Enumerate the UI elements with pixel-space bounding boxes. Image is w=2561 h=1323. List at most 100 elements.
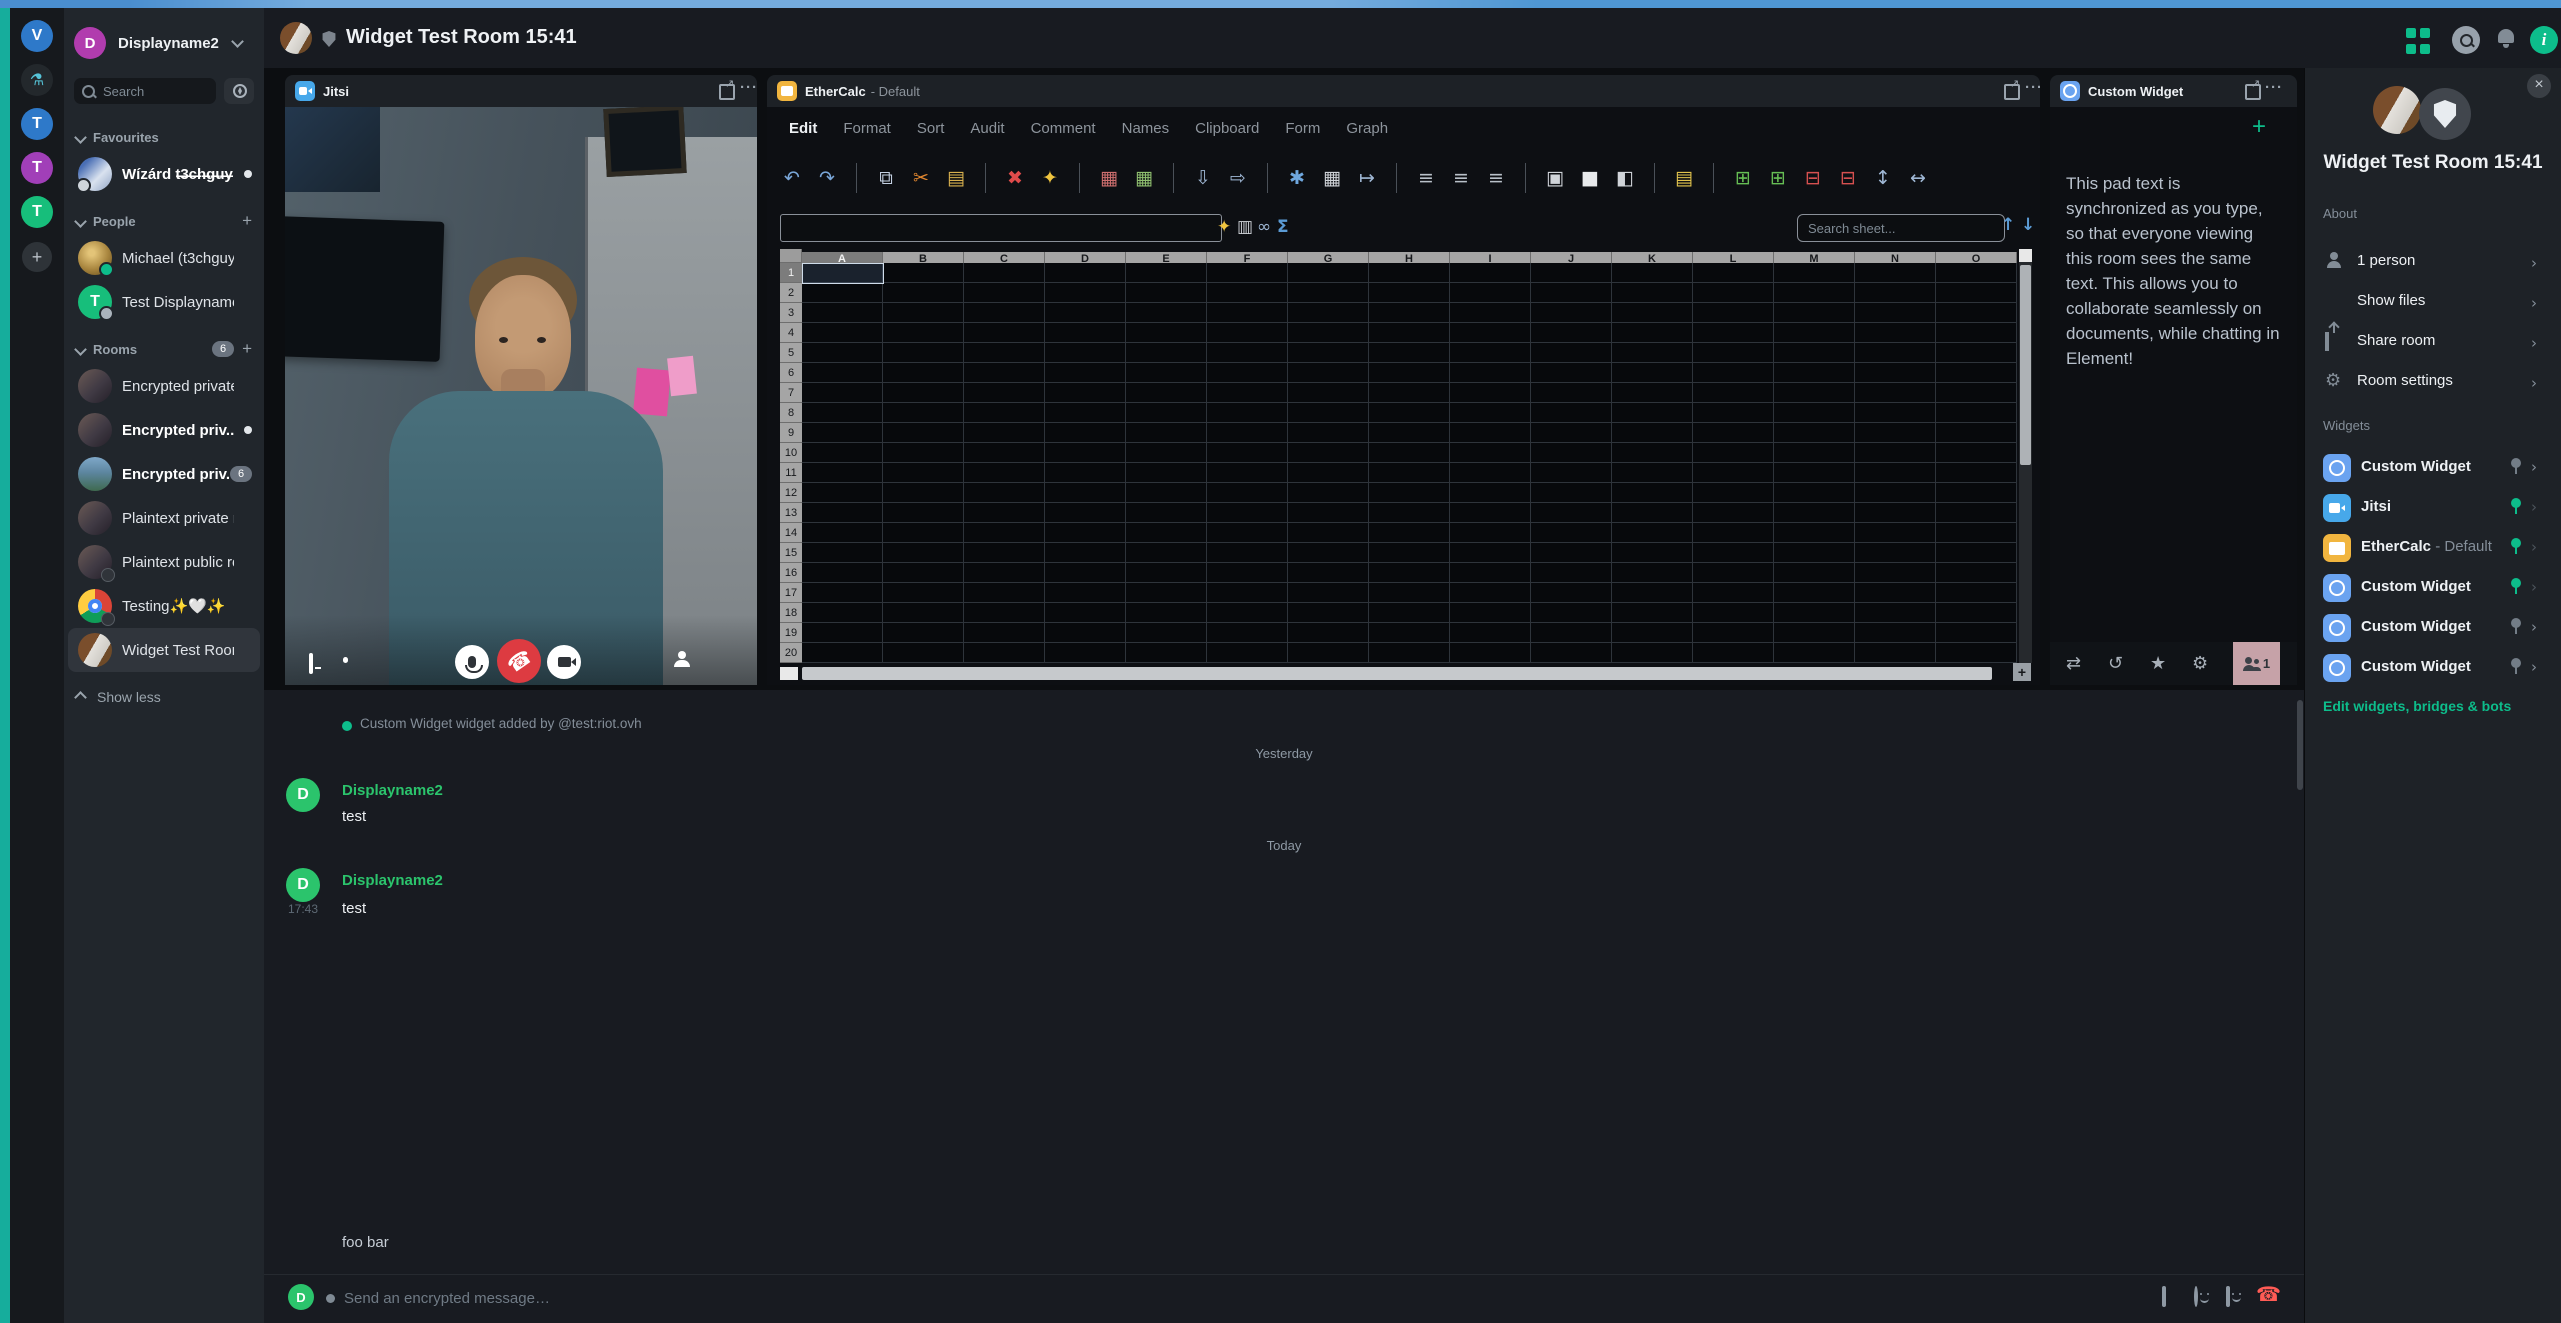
sender-name[interactable]: Displayname2 xyxy=(342,782,443,799)
history-icon[interactable]: ↺ xyxy=(2108,653,2123,674)
cut-icon[interactable]: ✂ xyxy=(908,165,934,191)
room-list-item[interactable]: Encrypted priv...6 xyxy=(68,452,260,496)
room-members-item[interactable]: 1 person› xyxy=(2305,244,2561,280)
pad-text-content[interactable]: This pad text is synchronized as you typ… xyxy=(2066,171,2280,371)
camera-button[interactable] xyxy=(547,645,581,679)
sender-name[interactable]: Displayname2 xyxy=(342,872,443,889)
pin-icon[interactable] xyxy=(2511,618,2521,628)
chevron-right-icon[interactable]: › xyxy=(2531,458,2537,476)
spreadsheet-cells[interactable] xyxy=(802,263,2017,663)
align-center-icon[interactable]: ≡ xyxy=(1448,165,1474,191)
pin-icon[interactable] xyxy=(2511,458,2521,468)
notifications-bell-icon[interactable] xyxy=(2494,26,2522,54)
sender-avatar[interactable]: D xyxy=(286,778,320,812)
widget-menu-icon[interactable]: ··· xyxy=(2025,79,2040,96)
menu-sort[interactable]: Sort xyxy=(917,120,945,137)
formula-input[interactable] xyxy=(780,214,1222,242)
close-icon[interactable]: × xyxy=(2527,74,2551,98)
delete-row-icon[interactable]: ⊟ xyxy=(1800,165,1826,191)
widget-list-item[interactable]: EtherCalc - Default› xyxy=(2305,528,2561,568)
message-composer-input[interactable] xyxy=(342,1282,2106,1314)
widget-list-item[interactable]: Custom Widget› xyxy=(2305,648,2561,688)
emoji-icon[interactable] xyxy=(2194,1288,2198,1306)
search-field[interactable] xyxy=(101,83,205,100)
insert-row-icon[interactable]: ⊞ xyxy=(1730,165,1756,191)
scroll-up-button[interactable] xyxy=(2019,249,2032,262)
vertical-scrollbar[interactable] xyxy=(2019,249,2032,663)
chevron-right-icon[interactable]: › xyxy=(2531,618,2537,636)
insert-sheet-icon[interactable]: ✱ xyxy=(1284,165,1310,191)
menu-edit[interactable]: Edit xyxy=(789,120,817,137)
background-color-icon[interactable]: ■ xyxy=(1577,165,1603,191)
grid-resize-handle[interactable]: + xyxy=(2013,663,2031,681)
row-header-8[interactable]: 8 xyxy=(780,403,802,423)
fill-values-icon[interactable]: ▥ xyxy=(1237,217,1253,237)
jitsi-widget-header[interactable]: Jitsi ··· xyxy=(285,75,757,107)
row-header-17[interactable]: 17 xyxy=(780,583,802,603)
show-files-item[interactable]: Show files› xyxy=(2305,284,2561,320)
delete-icon[interactable]: ✖ xyxy=(1002,165,1028,191)
search-icon[interactable] xyxy=(2452,26,2480,54)
wand-icon[interactable]: ✦ xyxy=(1217,217,1231,237)
widget-list-item[interactable]: Jitsi› xyxy=(2305,488,2561,528)
menu-graph[interactable]: Graph xyxy=(1346,120,1388,137)
popout-icon[interactable] xyxy=(719,84,735,100)
add-button[interactable]: + xyxy=(242,341,252,357)
pin-icon[interactable] xyxy=(2511,538,2521,548)
message-body[interactable]: test xyxy=(342,808,366,825)
unlock-cells-icon[interactable]: ▦ xyxy=(1131,165,1157,191)
undo-icon[interactable]: ↶ xyxy=(779,165,805,191)
widget-list-item[interactable]: Custom Widget› xyxy=(2305,568,2561,608)
align-left-icon[interactable]: ≡ xyxy=(1413,165,1439,191)
copy-icon[interactable]: ⧉ xyxy=(873,165,899,191)
room-list-item[interactable]: Michael (t3chguy) xyxy=(68,236,260,280)
settings-gear-icon[interactable]: ⚙ xyxy=(2192,653,2208,674)
room-list-item[interactable]: Wízárd t̶3̶c̶h̶g̶u̶y̶ xyxy=(68,152,260,196)
sum-sigma-icon[interactable]: Σ xyxy=(1277,217,1289,237)
row-header-11[interactable]: 11 xyxy=(780,463,802,483)
delete-column-icon[interactable]: ⊟ xyxy=(1835,165,1861,191)
grid-corner-cell[interactable] xyxy=(780,249,802,263)
section-header-favourites[interactable]: Favourites xyxy=(64,122,264,152)
microphone-button[interactable] xyxy=(455,645,489,679)
connected-users-button[interactable]: 1 xyxy=(2233,642,2280,685)
import-export-icon[interactable]: ⇄ xyxy=(2066,653,2081,674)
widget-menu-icon[interactable]: ··· xyxy=(740,79,757,96)
sheet-search-input[interactable] xyxy=(1797,214,2005,242)
share-room-item[interactable]: Share room› xyxy=(2305,324,2561,360)
hangup-button[interactable]: ☎ xyxy=(497,639,541,683)
row-header-13[interactable]: 13 xyxy=(780,503,802,523)
star-icon[interactable]: ★ xyxy=(2150,653,2166,674)
row-header-18[interactable]: 18 xyxy=(780,603,802,623)
chevron-right-icon[interactable]: › xyxy=(2531,538,2537,556)
scroll-left-button[interactable] xyxy=(780,667,798,680)
section-header-people[interactable]: People+ xyxy=(64,206,264,236)
space-t-blue[interactable]: T xyxy=(21,108,53,140)
pending-message[interactable]: foo bar xyxy=(342,1234,389,1251)
menu-names[interactable]: Names xyxy=(1122,120,1170,137)
room-list-item[interactable]: TTest Displayname xyxy=(68,280,260,324)
lock-cells-icon[interactable]: ▦ xyxy=(1096,165,1122,191)
sticker-icon[interactable] xyxy=(2226,1288,2230,1306)
pin-icon[interactable] xyxy=(2511,578,2521,588)
screenshare-button[interactable] xyxy=(309,655,313,673)
apps-grid-icon[interactable] xyxy=(2404,26,2436,58)
space-home-v[interactable]: V xyxy=(21,20,53,52)
widget-menu-icon[interactable]: ··· xyxy=(2265,79,2283,96)
search-up-icon[interactable]: ↑ xyxy=(2001,215,2015,235)
selected-cell-a1[interactable] xyxy=(802,263,884,284)
add-button[interactable]: + xyxy=(242,213,252,229)
timeline-scrollbar[interactable] xyxy=(2297,700,2303,790)
row-header-5[interactable]: 5 xyxy=(780,343,802,363)
menu-clipboard[interactable]: Clipboard xyxy=(1195,120,1259,137)
edit-widgets-link[interactable]: Edit widgets, bridges & bots xyxy=(2323,698,2511,714)
row-header-6[interactable]: 6 xyxy=(780,363,802,383)
room-avatar[interactable] xyxy=(280,22,312,54)
room-info-icon[interactable]: i xyxy=(2530,26,2558,54)
row-header-1[interactable]: 1 xyxy=(780,263,802,283)
row-header-2[interactable]: 2 xyxy=(780,283,802,303)
swap-colors-icon[interactable]: ◧ xyxy=(1612,165,1638,191)
row-header-16[interactable]: 16 xyxy=(780,563,802,583)
popout-icon[interactable] xyxy=(2004,84,2020,100)
fill-right-icon[interactable]: ⇨ xyxy=(1225,165,1251,191)
